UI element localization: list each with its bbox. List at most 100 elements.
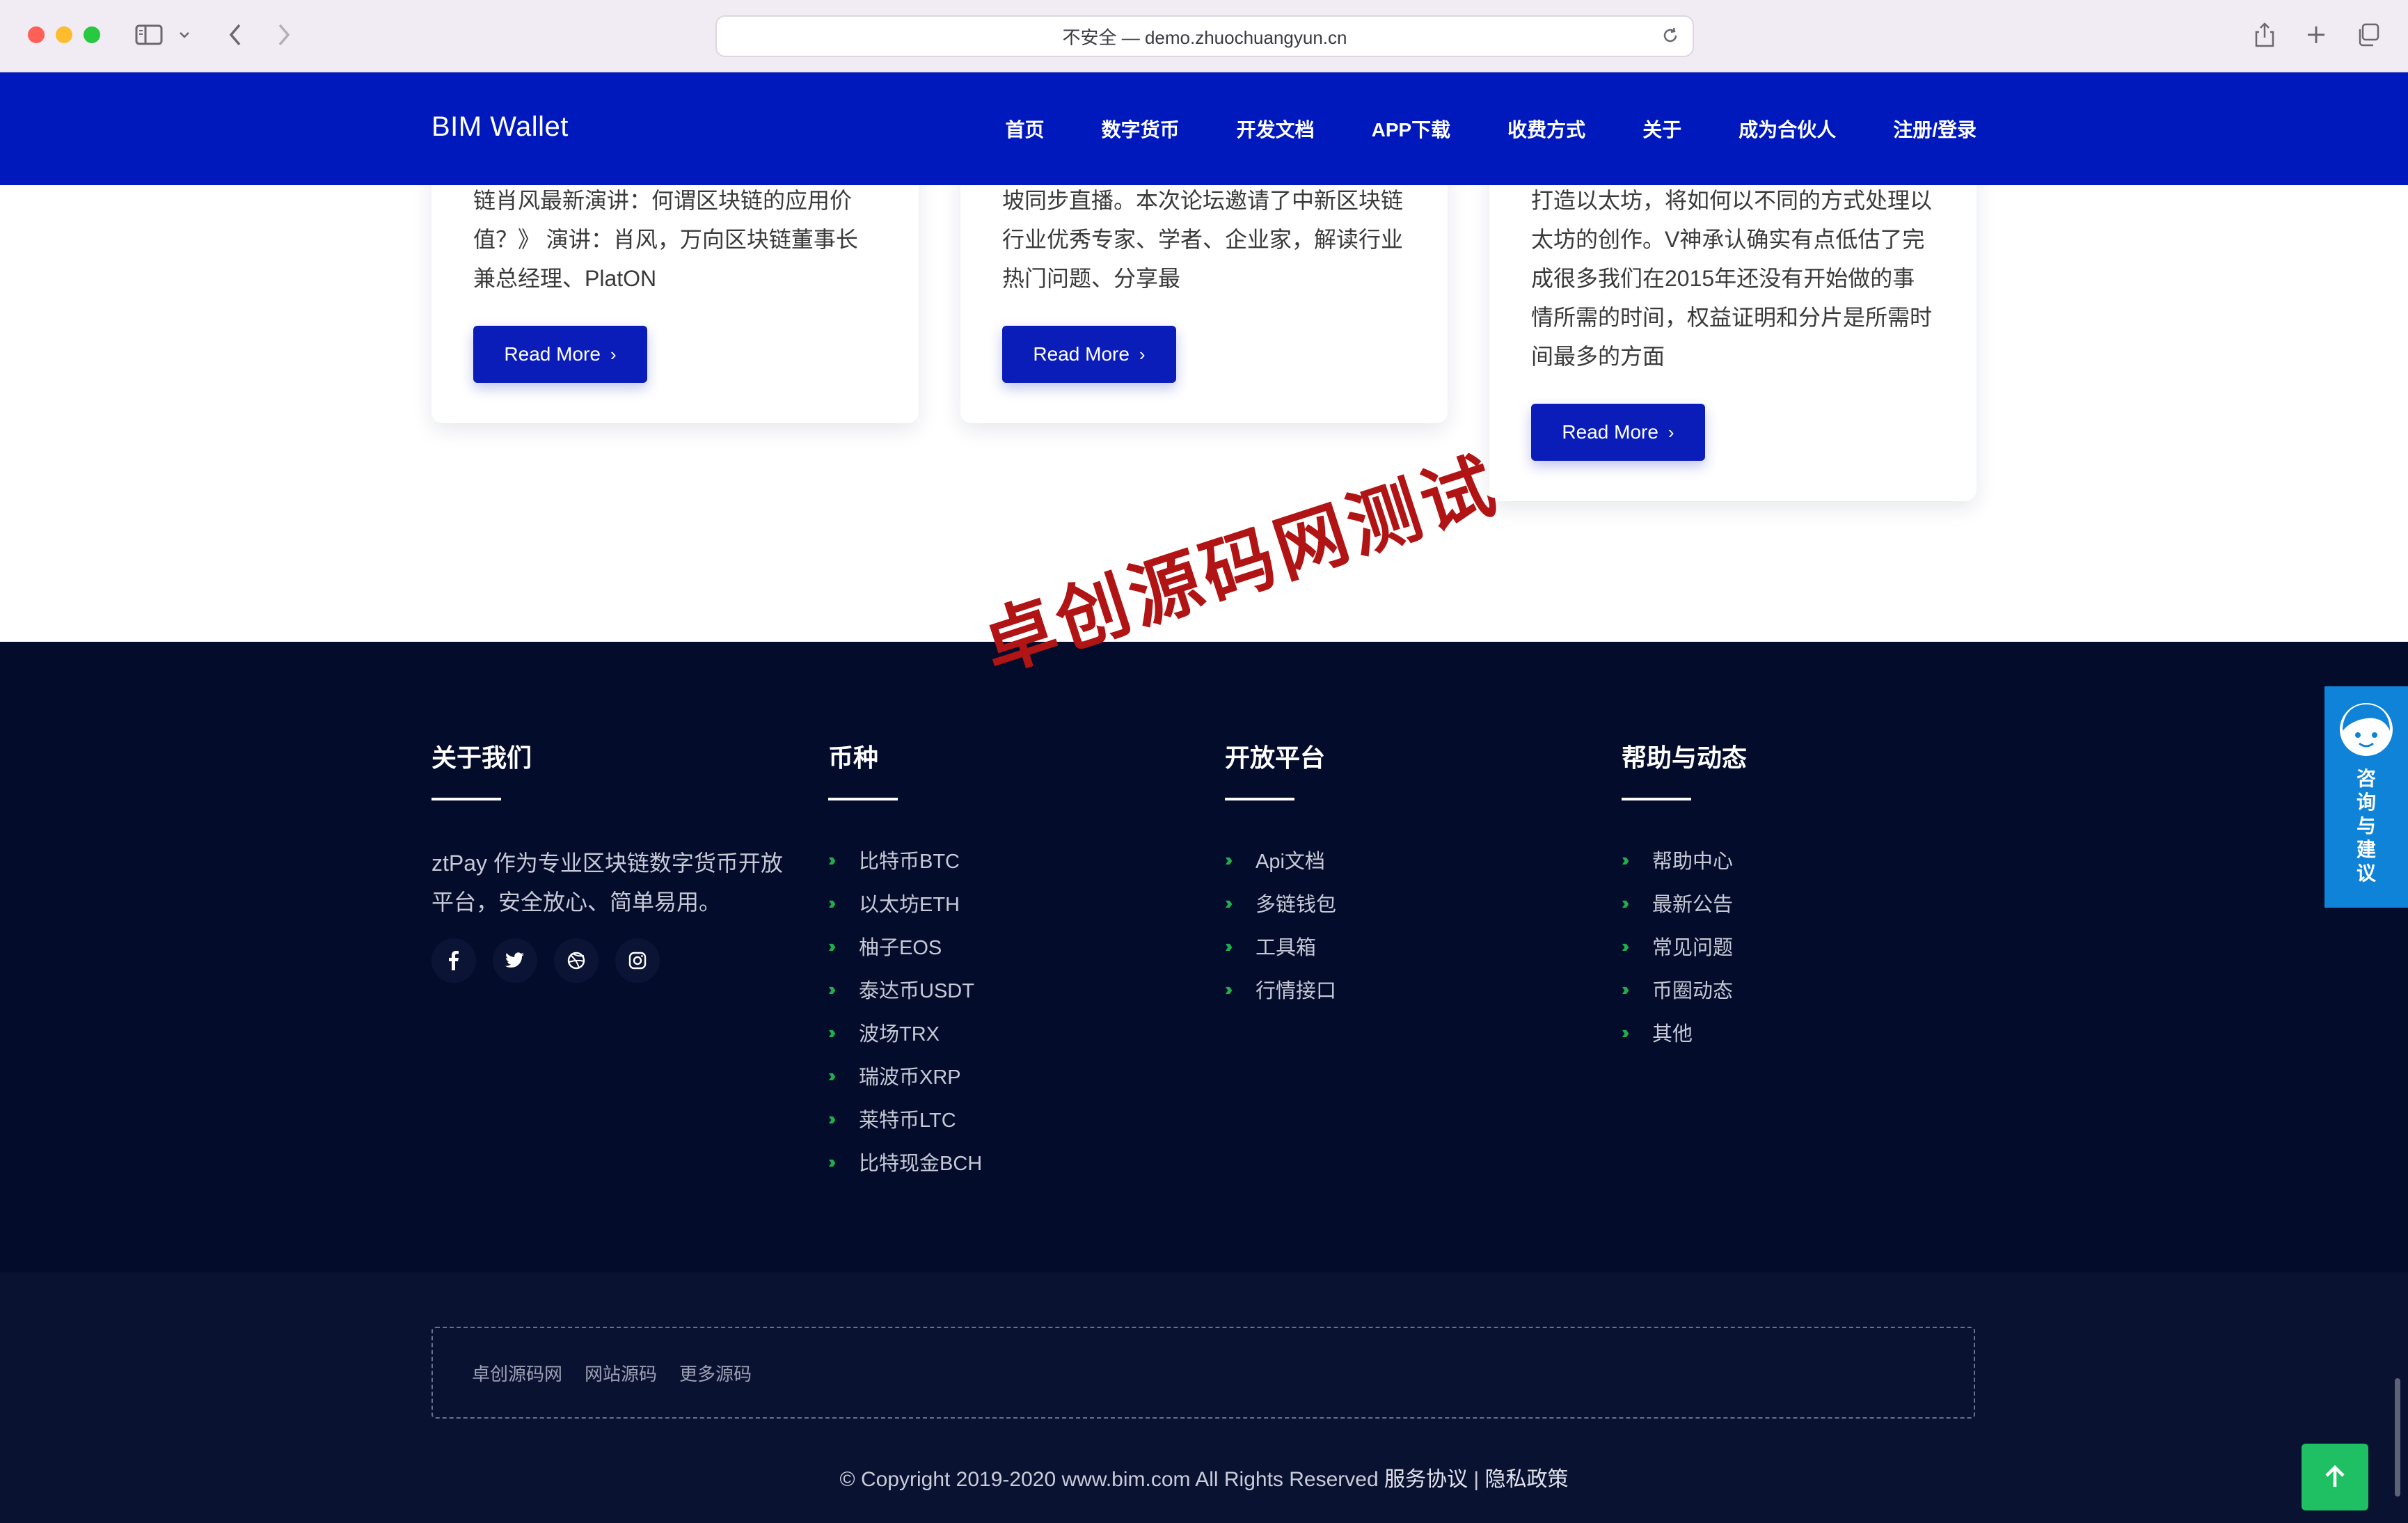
double-chevron-icon: ›› (1225, 935, 1233, 956)
double-chevron-icon: ›› (828, 892, 836, 913)
double-chevron-icon: ›› (1622, 935, 1629, 956)
double-chevron-icon: ›› (828, 935, 836, 956)
about-text: ztPay 作为专业区块链数字货币开放平台，安全放心、简单易用。 (431, 851, 783, 915)
nav-item-login[interactable]: 注册/登录 (1893, 115, 1977, 143)
double-chevron-icon: ›› (828, 1151, 836, 1172)
footer-heading: 币种 (828, 743, 879, 772)
footer-link[interactable]: ›› 泰达币USDT (828, 968, 1190, 1011)
nav-item-dev-docs[interactable]: 开发文档 (1237, 115, 1315, 143)
footer-link[interactable]: ›› Api文档 (1225, 838, 1587, 881)
footer-link[interactable]: ›› 比特币BTC (828, 838, 1190, 881)
double-chevron-icon: ›› (828, 1064, 836, 1086)
instagram-icon[interactable] (615, 938, 660, 983)
double-chevron-icon: ›› (1622, 849, 1629, 870)
card-excerpt: 坡同步直播。本次论坛邀请了中新区块链 行业优秀专家、学者、企业家，解读行业 热门… (1002, 188, 1404, 291)
nav-item-digital-currency[interactable]: 数字货币 (1102, 115, 1180, 143)
back-arrow-icon[interactable] (220, 19, 251, 50)
brand-logo[interactable]: BIM Wallet (431, 111, 569, 143)
arrow-up-icon (2325, 1465, 2345, 1487)
social-links (431, 938, 793, 983)
footer-heading: 帮助与动态 (1622, 743, 1748, 772)
consult-widget[interactable]: 咨 询 与 建 议 (2324, 686, 2408, 908)
site-header: BIM Wallet 首页 数字货币 开发文档 APP下载 收费方式 关于 成为… (0, 72, 2408, 185)
close-window-button[interactable] (28, 26, 45, 43)
double-chevron-icon: ›› (1622, 892, 1629, 913)
friend-link[interactable]: 卓创源码网 (472, 1360, 562, 1386)
footer-heading: 开放平台 (1225, 743, 1326, 772)
footer-link[interactable]: ›› 币圈动态 (1622, 968, 1983, 1011)
separator: | (1473, 1468, 1480, 1491)
footer-link[interactable]: ›› 工具箱 (1225, 924, 1587, 968)
footer-col-help: 帮助与动态 ›› 帮助中心 ›› 最新公告 ›› 常见问题 ›› 币圈动态 ›› 其他 (1622, 738, 1983, 1054)
double-chevron-icon: ›› (1225, 849, 1233, 870)
copyright: © Copyright 2019-2020 www.bim.com All Ri… (0, 1462, 2408, 1492)
card-excerpt: 打造以太坊，将如何以不同的方式处理以 太坊的创作。V神承认确实有点低估了完 成很… (1531, 188, 1933, 369)
friend-link[interactable]: 更多源码 (679, 1360, 752, 1386)
url-text: 不安全 — demo.zhuochuangyun.cn (1062, 26, 1347, 48)
nav-item-app-download[interactable]: APP下载 (1372, 115, 1451, 143)
chevron-right-icon: › (1668, 421, 1674, 443)
plus-icon[interactable] (2301, 19, 2331, 50)
footer-link[interactable]: ›› 常见问题 (1622, 924, 1983, 968)
chevron-right-icon: › (610, 343, 617, 365)
footer-link[interactable]: ›› 莱特币LTC (828, 1097, 1190, 1140)
read-more-button[interactable]: Read More › (1002, 326, 1176, 383)
back-to-top-button[interactable] (2302, 1444, 2368, 1510)
double-chevron-icon: ›› (828, 1107, 836, 1129)
help-list: ›› 帮助中心 ›› 最新公告 ›› 常见问题 ›› 币圈动态 ›› 其他 (1622, 838, 1983, 1054)
footer-link[interactable]: ›› 其他 (1622, 1011, 1983, 1054)
chevron-down-icon[interactable] (174, 19, 195, 50)
footer-col-coins: 币种 ›› 比特币BTC ›› 以太坊ETH ›› 柚子EOS ›› 泰达币USDT ›… (828, 738, 1190, 1183)
heading-underline (1225, 798, 1294, 800)
footer-link[interactable]: ›› 比特现金BCH (828, 1140, 1190, 1183)
nav-item-about[interactable]: 关于 (1642, 115, 1681, 143)
double-chevron-icon: ›› (828, 849, 836, 870)
consult-label: 咨 询 与 建 议 (2356, 768, 2376, 884)
address-bar[interactable]: 不安全 — demo.zhuochuangyun.cn (715, 15, 1694, 57)
double-chevron-icon: ›› (1622, 1021, 1629, 1043)
footer-link[interactable]: ›› 柚子EOS (828, 924, 1190, 968)
share-icon[interactable] (2249, 19, 2280, 50)
tabs-icon[interactable] (2352, 19, 2383, 50)
twitter-icon[interactable] (493, 938, 537, 983)
dribbble-icon[interactable] (554, 938, 599, 983)
privacy-link[interactable]: 隐私政策 (1484, 1468, 1568, 1491)
reload-icon[interactable] (1661, 26, 1680, 45)
footer-link[interactable]: ›› 行情接口 (1225, 968, 1587, 1011)
scrollbar-thumb[interactable] (2395, 1378, 2400, 1497)
friend-links: 卓创源码网 网站源码 更多源码 (431, 1327, 1975, 1419)
sidebar-icon[interactable] (134, 19, 164, 50)
nav-item-pricing[interactable]: 收费方式 (1507, 115, 1585, 143)
minimize-window-button[interactable] (56, 26, 72, 43)
heading-underline (828, 798, 898, 800)
footer-link[interactable]: ›› 以太坊ETH (828, 881, 1190, 924)
footer-heading: 关于我们 (431, 743, 532, 772)
platform-list: ›› Api文档 ›› 多链钱包 ›› 工具箱 ›› 行情接口 (1225, 838, 1587, 1011)
double-chevron-icon: ›› (1225, 978, 1233, 1000)
coins-list: ›› 比特币BTC ›› 以太坊ETH ›› 柚子EOS ›› 泰达币USDT ›› 波场… (828, 838, 1190, 1183)
footer-col-about: 关于我们 ztPay 作为专业区块链数字货币开放平台，安全放心、简单易用。 (431, 738, 793, 983)
browser-toolbar: 不安全 — demo.zhuochuangyun.cn (0, 0, 2408, 72)
double-chevron-icon: ›› (1622, 978, 1629, 1000)
footer-link[interactable]: ›› 帮助中心 (1622, 838, 1983, 881)
read-more-button[interactable]: Read More › (1531, 404, 1705, 461)
footer-link[interactable]: ›› 瑞波币XRP (828, 1054, 1190, 1097)
footer-main (0, 642, 2408, 1272)
nav-item-partner[interactable]: 成为合伙人 (1738, 115, 1836, 143)
footer-link[interactable]: ›› 多链钱包 (1225, 881, 1587, 924)
support-avatar-icon (2340, 703, 2393, 756)
heading-underline (1622, 798, 1691, 800)
read-more-button[interactable]: Read More › (473, 326, 647, 383)
zoom-window-button[interactable] (84, 26, 100, 43)
friend-link[interactable]: 网站源码 (585, 1360, 657, 1386)
forward-arrow-icon[interactable] (269, 19, 299, 50)
nav-item-home[interactable]: 首页 (1006, 115, 1045, 143)
double-chevron-icon: ›› (828, 978, 836, 1000)
main-nav: 首页 数字货币 开发文档 APP下载 收费方式 关于 成为合伙人 注册/登录 (949, 72, 1977, 185)
footer-link[interactable]: ›› 最新公告 (1622, 881, 1983, 924)
terms-link[interactable]: 服务协议 (1384, 1468, 1468, 1491)
footer-link[interactable]: ›› 波场TRX (828, 1011, 1190, 1054)
facebook-icon[interactable] (431, 938, 476, 983)
heading-underline (431, 798, 501, 800)
double-chevron-icon: ›› (1225, 892, 1233, 913)
